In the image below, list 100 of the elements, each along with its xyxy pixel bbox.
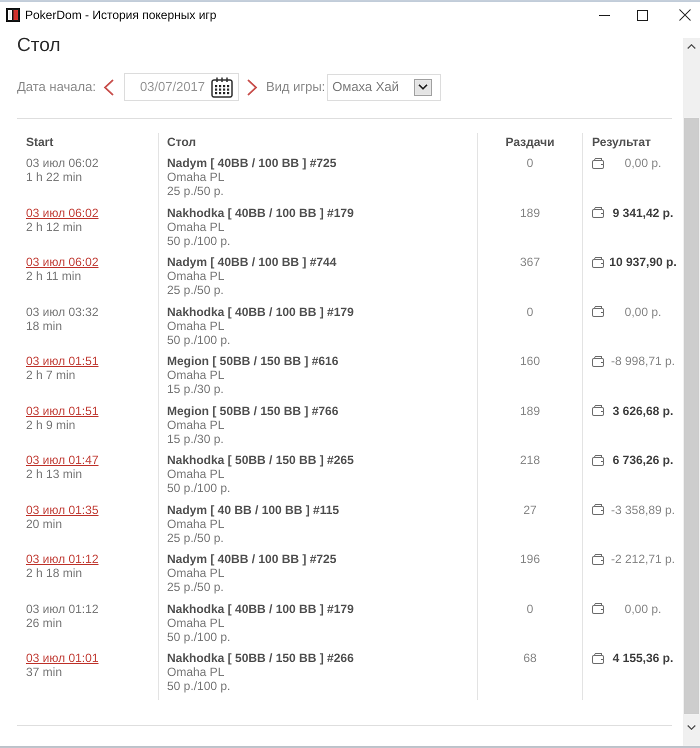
chevron-down-icon (418, 84, 428, 90)
game-type: Omaha PL (167, 220, 224, 234)
start-time-link[interactable]: 03 июл 01:12 (26, 552, 98, 566)
scrollbar-thumb[interactable] (684, 118, 699, 714)
result-amount: 10 937,90 р. (609, 255, 677, 269)
result-amount: 0,00 р. (624, 304, 662, 318)
stakes: 25 р./50 р. (167, 184, 224, 198)
table-name: Nadym [ 40BB / 100 BB ] #744 (167, 255, 336, 269)
hands-count: 0 (526, 156, 534, 170)
scrollbar[interactable] (683, 38, 700, 746)
duration: 2 h 18 min (26, 566, 82, 580)
hands-count: 160 (520, 354, 540, 368)
game-type: Omaha PL (167, 516, 224, 530)
result-amount: -2 212,71 р. (610, 552, 676, 566)
duration: 2 h 11 min (26, 269, 82, 283)
start-time-link[interactable]: 03 июл 06:02 (26, 255, 98, 269)
table-name: Nadym [ 40 BB / 100 BB ] #115 (167, 502, 340, 516)
wallet-icon (592, 603, 604, 614)
hands-count: 0 (526, 602, 534, 616)
game-select[interactable]: Омаха Хай (327, 74, 442, 100)
duration: 2 h 13 min (26, 467, 82, 481)
wallet-icon (592, 158, 604, 168)
table-name: Nakhodka [ 50BB / 150 BB ] #265 (167, 453, 354, 467)
game-type: Omaha PL (167, 665, 224, 679)
stakes: 50 р./100 р. (167, 679, 230, 693)
wallet-icon (592, 306, 604, 317)
window-title: PokerDom - История покерных игр (25, 7, 216, 24)
hands-count: 68 (523, 651, 537, 665)
wallet-icon (592, 356, 604, 366)
game-type: Omaha PL (167, 368, 224, 382)
duration: 2 h 7 min (26, 368, 76, 382)
hands-count: 367 (520, 255, 540, 269)
result-amount: 9 341,42 р. (612, 206, 674, 220)
duration: 20 min (26, 516, 62, 530)
stakes: 25 р./50 р. (167, 580, 224, 594)
duration: 2 h 9 min (26, 418, 76, 432)
scroll-down-icon[interactable] (687, 725, 696, 730)
start-time-link[interactable]: 03 июл 01:35 (26, 502, 98, 516)
result-amount: 6 736,26 р. (612, 453, 674, 467)
table-name: Nakhodka [ 40BB / 100 BB ] #179 (167, 602, 354, 616)
duration: 26 min (26, 616, 62, 630)
duration: 2 h 12 min (26, 220, 82, 234)
date-field[interactable]: 03/07/2017 (124, 73, 239, 101)
table-name: Nakhodka [ 40BB / 100 BB ] #179 (167, 206, 354, 220)
calendar-icon[interactable] (210, 76, 233, 98)
wallet-icon (592, 504, 604, 515)
start-time-link[interactable]: 03 июл 01:51 (26, 404, 98, 418)
maximize-icon[interactable] (636, 10, 648, 20)
hands-count: 189 (520, 404, 540, 418)
result-amount: -3 358,89 р. (610, 502, 676, 516)
game-type: Omaha PL (167, 467, 224, 481)
chevron-right-icon[interactable] (246, 78, 258, 96)
wallet-icon (592, 405, 604, 416)
game-type: Omaha PL (167, 318, 224, 332)
logo-icon (6, 8, 20, 22)
start-time: 03 июл 01:12 (26, 602, 98, 616)
wallet-icon (592, 454, 604, 466)
stakes: 50 р./100 р. (167, 332, 230, 346)
stakes: 25 р./50 р. (167, 530, 224, 544)
column-header: Раздачи (506, 135, 554, 149)
game-type: Omaha PL (167, 269, 224, 283)
game-label: Вид игры: (266, 78, 326, 96)
stakes: 15 р./30 р. (167, 432, 224, 446)
duration: 18 min (26, 318, 62, 332)
hands-count: 27 (523, 502, 537, 516)
result-amount: 0,00 р. (624, 156, 662, 170)
start-time-link[interactable]: 03 июл 01:51 (26, 354, 98, 368)
minimize-icon[interactable] (598, 14, 610, 16)
start-time-link[interactable]: 03 июл 01:47 (26, 453, 98, 467)
scroll-up-icon[interactable] (687, 44, 696, 49)
start-time-link[interactable]: 03 июл 01:01 (26, 651, 98, 665)
table-name: Nadym [ 40BB / 100 BB ] #725 (167, 156, 336, 170)
result-amount: 4 155,36 р. (612, 651, 674, 665)
start-time: 03 июл 03:32 (26, 304, 98, 318)
start-time: 03 июл 06:02 (26, 156, 98, 170)
date-label: Дата начала: (17, 78, 96, 96)
hands-count: 0 (526, 304, 534, 318)
close-icon[interactable] (679, 9, 691, 21)
table-name: Megion [ 50BB / 150 BB ] #616 (167, 354, 338, 368)
game-type: Omaha PL (167, 616, 224, 630)
dropdown-button[interactable] (414, 78, 432, 96)
hands-count: 189 (520, 206, 540, 220)
start-time-link[interactable]: 03 июл 06:02 (26, 206, 98, 220)
wallet-icon (592, 256, 604, 268)
wallet-icon (592, 652, 604, 664)
chevron-left-icon[interactable] (102, 78, 114, 96)
game-type: Omaha PL (167, 418, 224, 432)
game-type: Omaha PL (167, 566, 224, 580)
hands-count: 218 (520, 453, 540, 467)
page-heading: Стол (17, 35, 62, 57)
table-name: Nakhodka [ 50BB / 150 BB ] #266 (167, 651, 354, 665)
table-name: Nadym [ 40BB / 100 BB ] #725 (167, 552, 336, 566)
table-name: Megion [ 50BB / 150 BB ] #766 (167, 404, 338, 418)
stakes: 25 р./50 р. (167, 283, 224, 297)
stakes: 50 р./100 р. (167, 234, 230, 248)
wallet-icon (592, 207, 604, 218)
column-header: Результат (592, 135, 651, 149)
stakes: 15 р./30 р. (167, 382, 224, 396)
table-name: Nakhodka [ 40BB / 100 BB ] #179 (167, 304, 354, 318)
hands-count: 196 (520, 552, 540, 566)
